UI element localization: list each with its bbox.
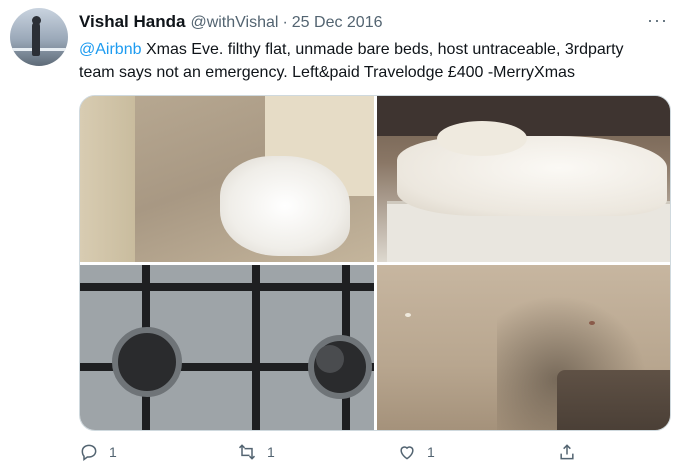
reply-count: 1 — [109, 444, 117, 460]
photo-pillow — [437, 121, 527, 156]
heart-icon — [400, 446, 414, 460]
avatar-figure — [32, 22, 40, 56]
more-icon[interactable]: ··· — [647, 10, 668, 31]
photo-debris — [589, 321, 595, 325]
photo-burner-cap — [316, 345, 344, 373]
photo-grate — [252, 265, 260, 430]
photo-grate — [80, 283, 374, 291]
photo-duvet — [397, 136, 667, 216]
photo-door — [80, 96, 135, 262]
share-button[interactable] — [557, 442, 587, 462]
media-photo-bed[interactable] — [377, 96, 670, 262]
retweet-button[interactable]: 1 — [237, 442, 275, 462]
media-photo-carpet[interactable] — [377, 265, 670, 430]
like-button[interactable]: 1 — [397, 442, 435, 462]
author-handle[interactable]: @withVishal — [190, 14, 278, 32]
action-bar: 1 1 1 — [79, 442, 599, 468]
like-count: 1 — [427, 444, 435, 460]
tweet-text-line2: team says not an emergency. Left&paid Tr… — [79, 64, 575, 81]
retweet-count: 1 — [267, 444, 275, 460]
photo-dark-stain — [557, 370, 670, 430]
reply-button[interactable]: 1 — [79, 442, 117, 462]
photo-burner — [112, 327, 182, 397]
tweet-date[interactable]: 25 Dec 2016 — [292, 14, 383, 32]
photo-debris — [405, 313, 411, 317]
mention-link[interactable]: @Airbnb — [79, 41, 142, 58]
tweet-header: Vishal Handa @withVishal · 25 Dec 2016 — [79, 12, 660, 34]
media-photo-sheets[interactable] — [80, 96, 374, 262]
tweet-text-line1: Xmas Eve. filthy flat, unmade bare beds,… — [141, 41, 624, 58]
tweet-text: @Airbnb Xmas Eve. filthy flat, unmade ba… — [79, 38, 659, 84]
media-grid — [79, 95, 671, 431]
share-icon — [560, 444, 574, 460]
media-photo-hob[interactable] — [80, 265, 374, 430]
photo-headboard — [377, 96, 670, 136]
header-separator: · — [282, 14, 288, 31]
retweet-icon — [238, 444, 256, 460]
avatar[interactable] — [10, 8, 68, 66]
photo-sheets — [220, 156, 350, 256]
author-name[interactable]: Vishal Handa — [79, 12, 185, 32]
reply-icon — [81, 444, 97, 461]
